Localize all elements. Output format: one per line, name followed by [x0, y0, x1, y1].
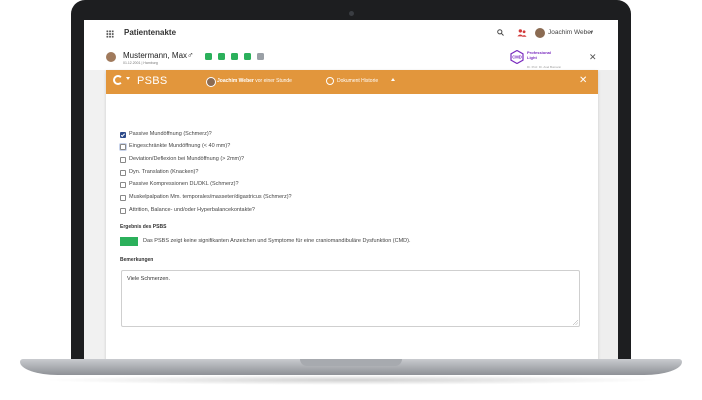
remarks-textarea[interactable]: Viele Schmerzen.: [121, 270, 580, 327]
resize-handle-icon[interactable]: [573, 320, 578, 325]
checkbox[interactable]: [120, 170, 126, 176]
patient-tool-icon-5[interactable]: [257, 53, 264, 60]
laptop-screen: Patientenakte Joachim Weber ▾ Mustermann…: [84, 20, 618, 362]
checkbox[interactable]: [120, 157, 126, 163]
checklist-label: Muskelpalpation Mm. temporales/masseter/…: [129, 194, 292, 200]
psbs-dialog: PSBS Joachim Weber vor einer Stunde Doku…: [106, 70, 598, 362]
cmd-brand: Professional Light: [527, 50, 551, 60]
laptop-shadow: [40, 375, 662, 385]
cmd-logo-text: CMD: [512, 55, 522, 60]
search-icon[interactable]: [497, 29, 504, 36]
history-icon[interactable]: [326, 77, 334, 85]
patient-tool-icon-3[interactable]: [231, 53, 238, 60]
user-name[interactable]: Joachim Weber: [548, 29, 593, 36]
cmd-brand-line2: Light: [527, 54, 537, 60]
progress-ring-icon[interactable]: [113, 75, 123, 85]
checklist-label: Dyn. Translation (Knacken)?: [129, 169, 199, 175]
laptop-notch: [300, 359, 402, 366]
ring-menu-chevron-icon[interactable]: [126, 77, 130, 80]
checkbox[interactable]: [120, 195, 126, 201]
checkbox[interactable]: [120, 182, 126, 188]
patient-first-name: , Max: [167, 51, 188, 60]
patient-tool-icon-1[interactable]: [205, 53, 212, 60]
author-time: vor einer Stunde: [253, 78, 292, 84]
apps-grid-icon[interactable]: [106, 30, 114, 38]
checklist-label: Passive Kompressionen DL/DKL (Schmerz)?: [129, 181, 239, 187]
cmd-logo-icon: CMD: [510, 50, 524, 64]
patient-avatar: [106, 52, 116, 62]
dialog-title: PSBS: [137, 75, 168, 87]
patient-tool-icon-4[interactable]: [244, 53, 251, 60]
history-chevron-up-icon[interactable]: [391, 78, 395, 81]
checklist-label: Attrition, Balance- und/oder Hyperbalanc…: [129, 207, 255, 213]
male-gender-icon: ♂: [187, 50, 194, 60]
app-title: Patientenakte: [124, 28, 177, 37]
patient-name: Mustermann, Max: [123, 51, 187, 60]
checklist-label: Passive Mundöffnung (Schmerz)?: [129, 131, 212, 137]
checkbox-checked[interactable]: [120, 132, 126, 138]
author-info: Joachim Weber vor einer Stunde: [217, 78, 292, 84]
dialog-header: PSBS Joachim Weber vor einer Stunde Doku…: [106, 70, 598, 94]
users-alert-icon[interactable]: [517, 28, 527, 38]
patient-header: Mustermann, Max 01.12.2001 | Hamburg ♂ C…: [84, 48, 618, 70]
patient-close-icon[interactable]: ✕: [589, 52, 597, 63]
checklist-label: Deviation/Deflexion bei Mundöffnung (> 2…: [129, 156, 245, 162]
remarks-heading: Bemerkungen: [120, 257, 154, 263]
remarks-value: Viele Schmerzen.: [127, 276, 171, 282]
result-text: Das PSBS zeigt keine signifikanten Anzei…: [143, 238, 411, 244]
patient-details: 01.12.2001 | Hamburg: [123, 61, 158, 65]
cmd-brand-subtitle: Dr. Prof. Dr. Axel Bumann: [527, 65, 562, 69]
app-bar: Patientenakte Joachim Weber ▾: [84, 20, 618, 49]
checkbox[interactable]: [120, 144, 126, 150]
background-panel: [84, 70, 106, 362]
document-history-button[interactable]: Dokument Historie: [337, 78, 378, 84]
author-name: Joachim Weber: [217, 78, 254, 84]
user-menu-chevron-icon[interactable]: ▾: [590, 29, 593, 36]
author-avatar: [206, 77, 216, 87]
patient-last-name: Mustermann: [123, 51, 168, 60]
result-heading: Ergebnis des PSBS: [120, 224, 167, 230]
webcam: [349, 11, 354, 16]
user-avatar[interactable]: [535, 28, 545, 38]
result-status-swatch: [120, 237, 138, 246]
patient-tool-icon-2[interactable]: [218, 53, 225, 60]
checklist-label: Eingeschränkte Mundöffnung (< 40 mm)?: [129, 143, 231, 149]
dialog-close-icon[interactable]: ✕: [579, 75, 587, 86]
checkbox[interactable]: [120, 208, 126, 214]
